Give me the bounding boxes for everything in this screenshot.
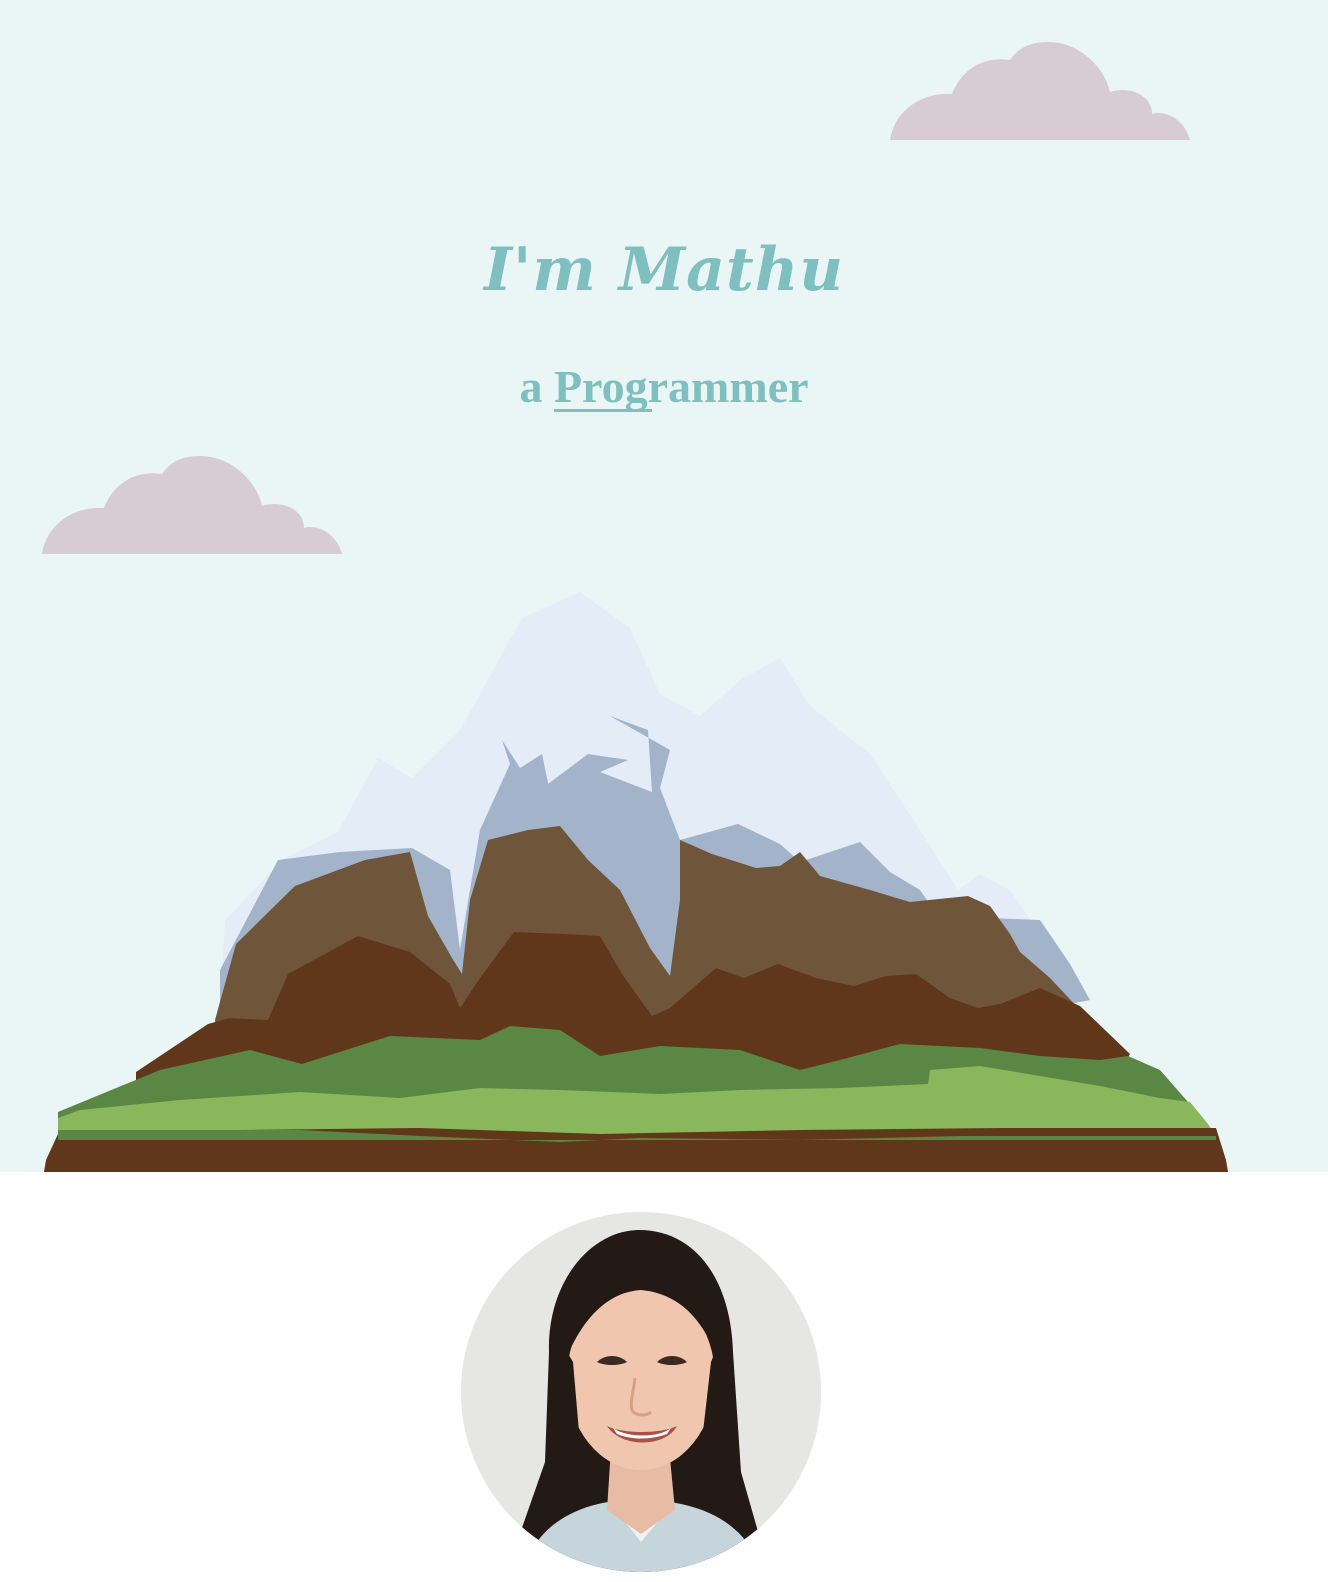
hero-title: I'm Mathu <box>483 235 845 305</box>
cloud-icon <box>890 42 1190 140</box>
typed-role: Programmer <box>553 361 809 412</box>
avatar <box>461 1212 821 1572</box>
typing-cursor-underline <box>553 409 652 412</box>
subtitle-prefix: a <box>519 361 543 412</box>
profile-photo <box>461 1212 821 1572</box>
typed-role-text: Programmer <box>553 361 809 412</box>
hero-section: I'm Mathu a Programmer <box>0 0 1328 1172</box>
mountain-illustration <box>44 592 1228 1172</box>
page: I'm Mathu a Programmer <box>0 0 1328 1582</box>
hero-subtitle: a Programmer <box>0 360 1328 413</box>
cloud-icon <box>42 456 342 554</box>
